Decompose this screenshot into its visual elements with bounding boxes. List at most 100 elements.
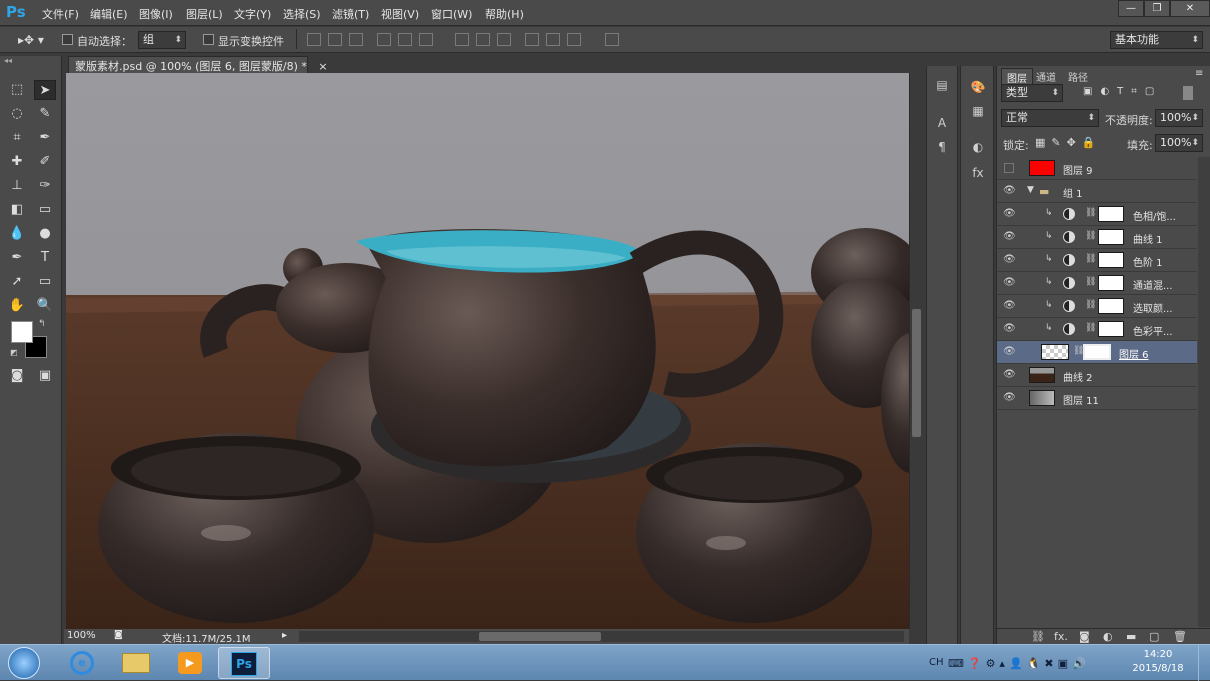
layer-row-layer9[interactable]: 图层 9 bbox=[997, 157, 1197, 180]
input-language[interactable]: CH bbox=[929, 657, 944, 668]
tab-close-icon[interactable]: × bbox=[318, 60, 327, 73]
blur-tool-icon[interactable]: 💧 bbox=[6, 224, 28, 244]
tab-paths[interactable]: 路径 bbox=[1063, 68, 1093, 85]
eye-icon[interactable]: 👁 bbox=[1003, 185, 1016, 197]
canvas-horizontal-scrollbar[interactable] bbox=[299, 631, 904, 642]
chain-link-icon[interactable]: ⛓ bbox=[1085, 277, 1096, 287]
align-bottom-icon[interactable] bbox=[349, 33, 363, 46]
foreground-color-swatch[interactable] bbox=[11, 321, 33, 343]
styles-panel-icon[interactable]: fx bbox=[968, 164, 988, 182]
workspace-dropdown[interactable]: 基本功能 bbox=[1110, 31, 1203, 49]
auto-select-checkbox[interactable] bbox=[62, 34, 73, 45]
align-vcenter-icon[interactable] bbox=[328, 33, 342, 46]
character-panel-icon[interactable]: A bbox=[932, 114, 952, 132]
swatches-panel-icon[interactable]: ▦ bbox=[968, 102, 988, 120]
clock[interactable]: 14:20 2015/8/18 bbox=[1130, 648, 1186, 676]
chain-link-icon[interactable]: ⛓ bbox=[1085, 254, 1096, 264]
auto-select-dropdown[interactable]: 组 bbox=[138, 31, 186, 49]
eraser-tool-icon[interactable]: ◧ bbox=[6, 200, 28, 220]
new-layer-icon[interactable]: ▢ bbox=[1149, 630, 1159, 643]
eye-icon[interactable]: 👁 bbox=[1003, 323, 1016, 335]
paragraph-panel-icon[interactable]: ¶ bbox=[932, 138, 952, 156]
filter-toggle[interactable] bbox=[1183, 86, 1193, 100]
eye-icon[interactable]: 👁 bbox=[1003, 277, 1016, 289]
brush-tool-icon[interactable]: ✐ bbox=[34, 152, 56, 172]
distribute-right-icon[interactable] bbox=[567, 33, 581, 46]
show-transform-checkbox[interactable] bbox=[203, 34, 214, 45]
show-desktop-button[interactable] bbox=[1198, 645, 1210, 681]
eye-icon[interactable]: 👁 bbox=[1003, 208, 1016, 220]
distribute-hcenter-icon[interactable] bbox=[546, 33, 560, 46]
menu-help[interactable]: 帮助(H) bbox=[485, 6, 524, 22]
chain-link-icon[interactable]: ⛓ bbox=[1085, 231, 1096, 241]
menu-image[interactable]: 图像(I) bbox=[139, 6, 173, 22]
status-menu-arrow-icon[interactable]: ▸ bbox=[282, 630, 287, 641]
align-top-icon[interactable] bbox=[307, 33, 321, 46]
taskbar-explorer[interactable] bbox=[110, 647, 162, 679]
blend-mode-dropdown[interactable]: 正常 bbox=[1001, 109, 1099, 127]
taskbar-ie[interactable]: e bbox=[56, 647, 108, 679]
layer-row-hue-sat[interactable]: 👁 ↳ ⛓ 色相/饱... bbox=[997, 203, 1197, 226]
pen-tool-icon[interactable]: ✒ bbox=[6, 248, 28, 268]
layer-filter-dropdown[interactable]: 类型 bbox=[1001, 84, 1063, 102]
tray-icons[interactable]: ⌨❓⚙▴👤🐧✖▣🔊 bbox=[948, 657, 1090, 670]
fill-input[interactable]: 100% bbox=[1155, 134, 1203, 152]
link-layers-icon[interactable]: ⛓ bbox=[1031, 630, 1045, 643]
layer-row-color-balance[interactable]: 👁 ↳ ⛓ 色彩平... bbox=[997, 318, 1197, 341]
menu-type[interactable]: 文字(Y) bbox=[234, 6, 271, 22]
default-colors-icon[interactable]: ◩ bbox=[10, 348, 18, 357]
distribute-top-icon[interactable] bbox=[455, 33, 469, 46]
distribute-bottom-icon[interactable] bbox=[497, 33, 511, 46]
clone-stamp-icon[interactable]: ⊥ bbox=[6, 176, 28, 196]
align-hcenter-icon[interactable] bbox=[398, 33, 412, 46]
start-button[interactable] bbox=[8, 647, 40, 679]
minimize-button[interactable]: — bbox=[1118, 0, 1144, 17]
menu-window[interactable]: 窗口(W) bbox=[431, 6, 472, 22]
menu-view[interactable]: 视图(V) bbox=[381, 6, 419, 22]
fx-icon[interactable]: fx. bbox=[1054, 630, 1068, 643]
distribute-vcenter-icon[interactable] bbox=[476, 33, 490, 46]
expand-triangle-icon[interactable]: ▼ bbox=[1027, 185, 1034, 195]
layer-row-channel-mixer[interactable]: 👁 ↳ ⛓ 通道混... bbox=[997, 272, 1197, 295]
history-panel-icon[interactable]: ▤ bbox=[932, 76, 952, 94]
align-right-icon[interactable] bbox=[419, 33, 433, 46]
swap-colors-icon[interactable]: ↰ bbox=[38, 319, 46, 329]
eye-icon[interactable]: 👁 bbox=[1003, 346, 1016, 358]
zoom-tool-icon[interactable]: 🔍 bbox=[34, 296, 56, 316]
eye-icon[interactable]: 👁 bbox=[1003, 369, 1016, 381]
taskbar-photoshop[interactable]: Ps bbox=[218, 647, 270, 679]
hand-tool-icon[interactable]: ✋ bbox=[6, 296, 28, 316]
healing-brush-icon[interactable]: ✚ bbox=[6, 152, 28, 172]
layer-row-layer11[interactable]: 👁 图层 11 bbox=[997, 387, 1197, 410]
menu-filter[interactable]: 滤镜(T) bbox=[332, 6, 369, 22]
marquee-tool-icon[interactable]: ⬚ bbox=[6, 80, 28, 100]
eyedropper-tool-icon[interactable]: ✒ bbox=[34, 128, 56, 148]
lasso-tool-icon[interactable]: ◌ bbox=[6, 104, 28, 124]
layer-row-curves2[interactable]: 👁 曲线 2 bbox=[997, 364, 1197, 387]
filter-icons[interactable]: ▣◐T⌗▢ bbox=[1083, 86, 1162, 97]
layer-row-layer6[interactable]: 👁 ⛓ 图层 6 bbox=[997, 341, 1197, 364]
layer-row-group1[interactable]: 👁 ▼ ▬ 组 1 bbox=[997, 180, 1197, 203]
quick-mask-icon[interactable]: ◙ bbox=[6, 366, 28, 386]
move-tool-preset-icon[interactable]: ▸✥ ▾ bbox=[18, 33, 44, 47]
eye-icon[interactable]: 👁 bbox=[1003, 254, 1016, 266]
visibility-off-box[interactable] bbox=[1004, 163, 1014, 173]
document-tab[interactable]: 蒙版素材.psd @ 100% (图层 6, 图层蒙版/8) * × bbox=[68, 56, 328, 73]
color-panel-icon[interactable]: 🎨 bbox=[968, 78, 988, 96]
collapse-icon[interactable]: ◂◂ bbox=[4, 56, 12, 65]
new-group-icon[interactable]: ▬ bbox=[1126, 630, 1136, 643]
adjustments-panel-icon[interactable]: ◐ bbox=[968, 138, 988, 156]
lock-icons[interactable]: ▦✎✥🔒 bbox=[1035, 136, 1102, 149]
chain-link-icon[interactable]: ⛓ bbox=[1085, 323, 1096, 333]
distribute-left-icon[interactable] bbox=[525, 33, 539, 46]
type-tool-icon[interactable]: T bbox=[34, 248, 56, 268]
crop-tool-icon[interactable]: ⌗ bbox=[6, 128, 28, 148]
zoom-level[interactable]: 100% bbox=[67, 630, 96, 641]
move-tool-icon[interactable]: ➤ bbox=[34, 80, 56, 100]
status-info-icon[interactable]: ◙ bbox=[114, 630, 123, 640]
chain-link-icon[interactable]: ⛓ bbox=[1085, 208, 1096, 218]
quick-select-tool-icon[interactable]: ✎ bbox=[34, 104, 56, 124]
history-brush-icon[interactable]: ✑ bbox=[34, 176, 56, 196]
tab-channels[interactable]: 通道 bbox=[1031, 68, 1061, 85]
eye-icon[interactable]: 👁 bbox=[1003, 231, 1016, 243]
